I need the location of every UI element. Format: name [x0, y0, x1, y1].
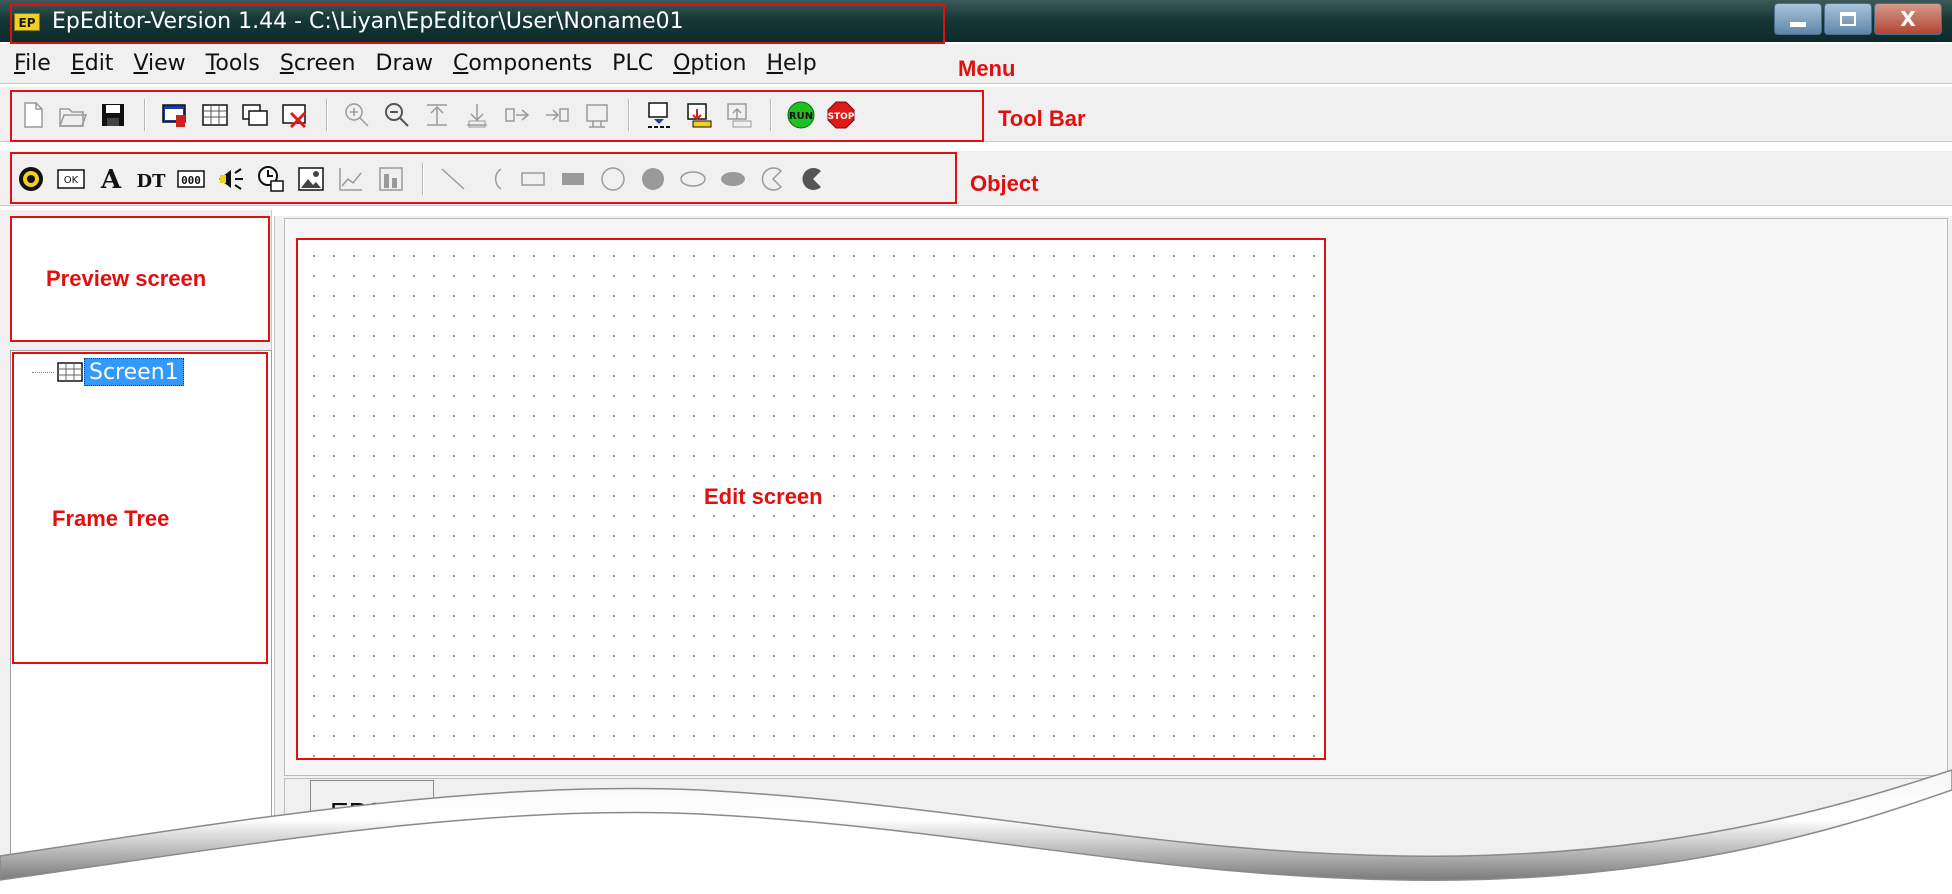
tree-node-screen1[interactable]: Screen1 [32, 358, 184, 386]
minimize-icon [1790, 21, 1806, 27]
menu-mnemonic: H [766, 51, 784, 76]
screen-property-title: Screen Property [346, 850, 557, 882]
tab-ep314[interactable]: EP314 [310, 780, 434, 842]
object-annotation: Object [970, 171, 1039, 196]
menu-label: iew [148, 51, 186, 76]
menu-option[interactable]: Option [673, 51, 746, 76]
minimize-button[interactable] [1774, 3, 1822, 35]
menu-label: PLC [612, 51, 654, 76]
menu-label: ption [690, 51, 747, 76]
object-annotation-box [10, 152, 957, 204]
screen-node-icon [57, 362, 83, 382]
menu-mnemonic: T [205, 51, 216, 76]
maximize-button[interactable] [1824, 3, 1872, 35]
menu-mnemonic: V [133, 51, 149, 76]
menu-file[interactable]: File [14, 51, 51, 76]
menu-mnemonic: C [452, 51, 469, 76]
menu-view[interactable]: View [133, 51, 185, 76]
menu-label: Draw [375, 51, 433, 76]
menu-items: File Edit View Tools Screen Draw Compone… [14, 51, 837, 76]
menu-label: ools [215, 51, 260, 76]
menu-mnemonic: O [673, 51, 691, 76]
menu-label: omponents [468, 51, 593, 76]
menu-mnemonic: E [70, 51, 85, 76]
edit-screen-annotation: Edit screen [704, 484, 823, 510]
toolbar-annotation: Tool Bar [998, 106, 1086, 131]
toolbar-annotation-box [10, 90, 984, 142]
menu-mnemonic: S [279, 51, 294, 76]
menu-label: dit [84, 51, 114, 76]
menu-label: creen [293, 51, 356, 76]
menu-help[interactable]: Help [767, 51, 817, 76]
menu-label: elp [783, 51, 817, 76]
preview-annotation: Preview screen [46, 266, 207, 291]
close-icon: X [1900, 7, 1916, 31]
menu-mnemonic: F [14, 51, 26, 76]
menu-edit[interactable]: Edit [71, 51, 114, 76]
menu-plc[interactable]: PLC [612, 51, 653, 76]
maximize-icon [1840, 12, 1856, 26]
window-controls: X [1772, 3, 1942, 35]
frame-tree-annotation: Frame Tree [52, 506, 170, 531]
tree-node-label[interactable]: Screen1 [84, 358, 184, 386]
menu-draw[interactable]: Draw [376, 51, 433, 76]
menu-annotation-box [10, 4, 945, 44]
menu-screen[interactable]: Screen [280, 51, 356, 76]
menu-annotation: Menu [958, 56, 1016, 81]
screen-property-group [330, 864, 1896, 894]
menu-components[interactable]: Components [453, 51, 592, 76]
menu-label: ile [25, 51, 51, 76]
tree-connector [32, 371, 54, 373]
menu-tools[interactable]: Tools [206, 51, 260, 76]
close-button[interactable]: X [1874, 3, 1942, 35]
